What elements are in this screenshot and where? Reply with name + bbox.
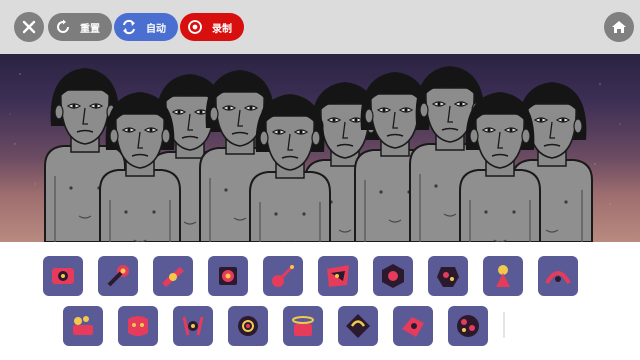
sound-tile-14[interactable]	[228, 306, 268, 346]
sound-icon-12	[128, 316, 148, 336]
sound-tile-15[interactable]	[283, 306, 323, 346]
auto-label: 自动	[146, 23, 166, 35]
sound-tile-17[interactable]	[393, 306, 433, 346]
auto-button[interactable]: 自动	[114, 13, 178, 41]
sound-icon-17	[402, 317, 424, 337]
sound-icon-4	[219, 267, 237, 285]
top-toolbar: 重置 自动 录制	[0, 0, 640, 54]
sound-icon-13	[182, 316, 204, 336]
sound-icon-7	[382, 264, 404, 288]
sound-icon-5	[272, 265, 294, 287]
close-icon	[22, 20, 36, 34]
sound-tile-5[interactable]	[263, 256, 303, 296]
sound-icon-6	[327, 265, 349, 287]
reset-icon	[54, 18, 72, 36]
sound-tile-7[interactable]	[373, 256, 413, 296]
record-button[interactable]: 录制	[180, 13, 244, 41]
sound-icon-14	[238, 316, 258, 336]
sound-palette	[0, 242, 640, 360]
sound-tile-9[interactable]	[483, 256, 523, 296]
sound-tile-6[interactable]	[318, 256, 358, 296]
home-button[interactable]	[604, 12, 634, 42]
sound-icon-11	[73, 316, 93, 335]
sound-tile-12[interactable]	[118, 306, 158, 346]
palette-divider	[503, 312, 505, 338]
close-button[interactable]	[14, 12, 44, 42]
sound-tile-16[interactable]	[338, 306, 378, 346]
sound-tile-8[interactable]	[428, 256, 468, 296]
sound-tile-18[interactable]	[448, 306, 488, 346]
auto-icon	[120, 18, 138, 36]
record-label: 录制	[212, 23, 232, 35]
sound-tile-4[interactable]	[208, 256, 248, 296]
record-icon	[186, 18, 204, 36]
reset-label: 重置	[80, 23, 100, 35]
characters-group	[44, 66, 593, 242]
sound-tile-11[interactable]	[63, 306, 103, 346]
home-icon	[612, 21, 626, 33]
sound-icon-8	[437, 267, 459, 287]
sound-icon-9	[496, 265, 510, 287]
sound-icon-3	[162, 267, 184, 287]
sound-icon-2	[107, 265, 129, 287]
sound-icon-10	[545, 271, 571, 285]
sound-tile-10[interactable]	[538, 256, 578, 296]
sound-icon-16	[346, 314, 370, 338]
character-stage	[0, 54, 640, 242]
sound-tile-1[interactable]	[43, 256, 83, 296]
sound-tile-13[interactable]	[173, 306, 213, 346]
sound-icon-18	[457, 315, 479, 337]
sound-icon-15	[292, 316, 314, 336]
reset-button[interactable]: 重置	[48, 13, 112, 41]
sound-tile-3[interactable]	[153, 256, 193, 296]
sound-tile-2[interactable]	[98, 256, 138, 296]
sound-icon-1	[52, 268, 74, 284]
